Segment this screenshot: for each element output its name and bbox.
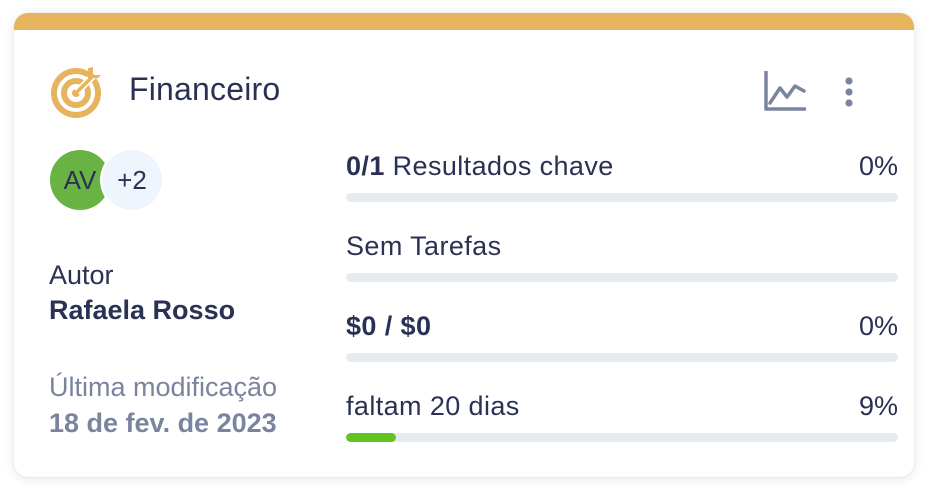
key-results-label: Resultados chave	[392, 151, 614, 181]
more-vertical-icon[interactable]	[834, 73, 864, 113]
deadline-percent: 9%	[858, 391, 898, 421]
avatar-more-count[interactable]: +2	[102, 150, 162, 210]
modified-label: Última modificação	[49, 372, 278, 402]
author-label: Autor	[49, 260, 114, 290]
card-title: Financeiro	[129, 71, 281, 107]
tasks-label: Sem Tarefas	[346, 231, 502, 261]
budget-progress-bar	[346, 353, 898, 362]
card-accent-bar	[14, 13, 914, 30]
deadline-label: faltam 20 dias	[346, 391, 520, 421]
modified-date: 18 de fev. de 2023	[49, 408, 277, 438]
target-icon	[50, 64, 104, 118]
avatar-initials: AV	[63, 164, 97, 195]
budget-percent: 0%	[858, 311, 898, 341]
okr-card: Financeiro AV +2 Autor Rafaela Rosso Últ…	[14, 13, 914, 477]
key-results-percent: 0%	[858, 151, 898, 181]
budget-value: $0 / $0	[346, 311, 432, 341]
more-count-label: +2	[117, 164, 147, 195]
key-results-row: 0/1 Resultados chave	[346, 151, 614, 182]
line-chart-icon[interactable]	[762, 69, 810, 113]
avatar[interactable]: AV	[50, 150, 110, 210]
tasks-row: Sem Tarefas	[346, 231, 501, 262]
progress-fill	[346, 433, 396, 442]
key-results-count: 0/1	[346, 151, 385, 181]
tasks-progress-bar	[346, 273, 898, 282]
deadline-progress-bar	[346, 433, 898, 442]
key-results-progress-bar	[346, 193, 898, 202]
deadline-row: faltam 20 dias	[346, 391, 520, 422]
budget-row: $0 / $0	[346, 311, 431, 342]
author-name: Rafaela Rosso	[49, 295, 236, 325]
